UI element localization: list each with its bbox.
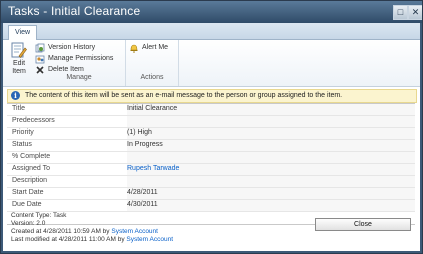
field-label: Predecessors bbox=[12, 117, 55, 124]
content-type-text: Content Type: Task bbox=[11, 212, 67, 219]
version-history-icon bbox=[35, 43, 45, 52]
field-label: Status bbox=[12, 141, 32, 148]
ribbon-divider bbox=[178, 40, 179, 86]
version-history-button[interactable]: Version History bbox=[35, 42, 95, 53]
delete-item-icon bbox=[36, 65, 44, 74]
field-value: In Progress bbox=[127, 141, 163, 148]
field-row-assigned-to: Assigned To Rupesh Tarwade bbox=[7, 164, 415, 176]
field-value: Initial Clearance bbox=[127, 105, 178, 112]
dialog-title: Tasks - Initial Clearance bbox=[8, 4, 141, 18]
field-label: % Complete bbox=[12, 153, 51, 160]
version-history-label: Version History bbox=[48, 44, 96, 51]
dialog-window: Tasks - Initial Clearance □ ✕ View Edit … bbox=[0, 0, 423, 254]
edit-item-button[interactable]: Edit Item bbox=[7, 42, 31, 76]
assigned-to-link[interactable]: Rupesh Tarwade bbox=[127, 165, 179, 172]
modified-by-link[interactable]: System Account bbox=[126, 236, 173, 243]
field-row-predecessors: Predecessors bbox=[7, 116, 415, 128]
field-row-percent-complete: % Complete bbox=[7, 152, 415, 164]
modified-text: Last modified at 4/28/2011 11:00 AM by bbox=[11, 236, 125, 243]
version-text: Version: 2.0 bbox=[11, 220, 46, 227]
field-label: Due Date bbox=[12, 201, 42, 208]
field-row-due-date: Due Date 4/30/2011 bbox=[7, 200, 415, 212]
field-value-cell bbox=[127, 188, 415, 199]
ribbon: Edit Item Version History Manage Permiss… bbox=[3, 40, 420, 87]
delete-item-label: Delete Item bbox=[48, 66, 84, 73]
field-row-description: Description bbox=[7, 176, 415, 188]
dialog-body: View Edit Item Version History Manage Pe… bbox=[3, 23, 420, 251]
field-label: Start Date bbox=[12, 189, 44, 196]
actions-group-label: Actions bbox=[140, 74, 164, 81]
field-value: 4/28/2011 bbox=[127, 189, 158, 196]
field-value-cell bbox=[127, 116, 415, 127]
title-bar: Tasks - Initial Clearance □ ✕ bbox=[1, 1, 422, 23]
field-value-cell bbox=[127, 152, 415, 163]
field-label: Description bbox=[12, 177, 48, 184]
manage-group-label: Manage bbox=[66, 74, 92, 81]
manage-permissions-button[interactable]: Manage Permissions bbox=[35, 53, 113, 64]
field-value-cell bbox=[127, 140, 415, 151]
close-icon[interactable]: ✕ bbox=[408, 5, 422, 20]
edit-item-label: Edit Item bbox=[12, 60, 26, 75]
field-row-title: Title Initial Clearance bbox=[7, 104, 415, 116]
manage-permissions-icon bbox=[35, 55, 45, 63]
field-value-cell bbox=[127, 176, 415, 187]
ribbon-divider bbox=[125, 40, 126, 86]
created-by-link[interactable]: System Account bbox=[111, 228, 158, 235]
field-label: Assigned To bbox=[12, 165, 51, 172]
field-label: Priority bbox=[12, 129, 34, 136]
alert-me-button[interactable]: Alert Me bbox=[129, 42, 168, 53]
field-value: (1) High bbox=[127, 129, 152, 136]
field-row-priority: Priority (1) High bbox=[7, 128, 415, 140]
info-icon: i bbox=[11, 91, 20, 100]
maximize-icon[interactable]: □ bbox=[393, 5, 408, 20]
info-message-bar: i The content of this item will be sent … bbox=[7, 89, 417, 103]
field-value-cell bbox=[127, 128, 415, 139]
field-value-cell bbox=[127, 200, 415, 211]
field-row-status: Status In Progress bbox=[7, 140, 415, 152]
field-label: Title bbox=[12, 105, 25, 112]
edit-item-icon bbox=[11, 42, 27, 58]
tab-view[interactable]: View bbox=[8, 25, 37, 40]
field-row-start-date: Start Date 4/28/2011 bbox=[7, 188, 415, 200]
info-message: The content of this item will be sent as… bbox=[25, 92, 343, 99]
alert-me-label: Alert Me bbox=[142, 44, 169, 51]
modified-info: Last modified at 4/28/2011 11:00 AM by S… bbox=[11, 236, 173, 244]
created-text: Created at 4/28/2011 10:59 AM by bbox=[11, 228, 110, 235]
ribbon-tab-strip: View bbox=[3, 23, 420, 40]
created-info: Created at 4/28/2011 10:59 AM by System … bbox=[11, 228, 158, 236]
manage-permissions-label: Manage Permissions bbox=[48, 55, 114, 62]
alert-me-icon bbox=[130, 44, 138, 53]
field-value: 4/30/2011 bbox=[127, 201, 158, 208]
close-button[interactable]: Close bbox=[315, 218, 411, 231]
